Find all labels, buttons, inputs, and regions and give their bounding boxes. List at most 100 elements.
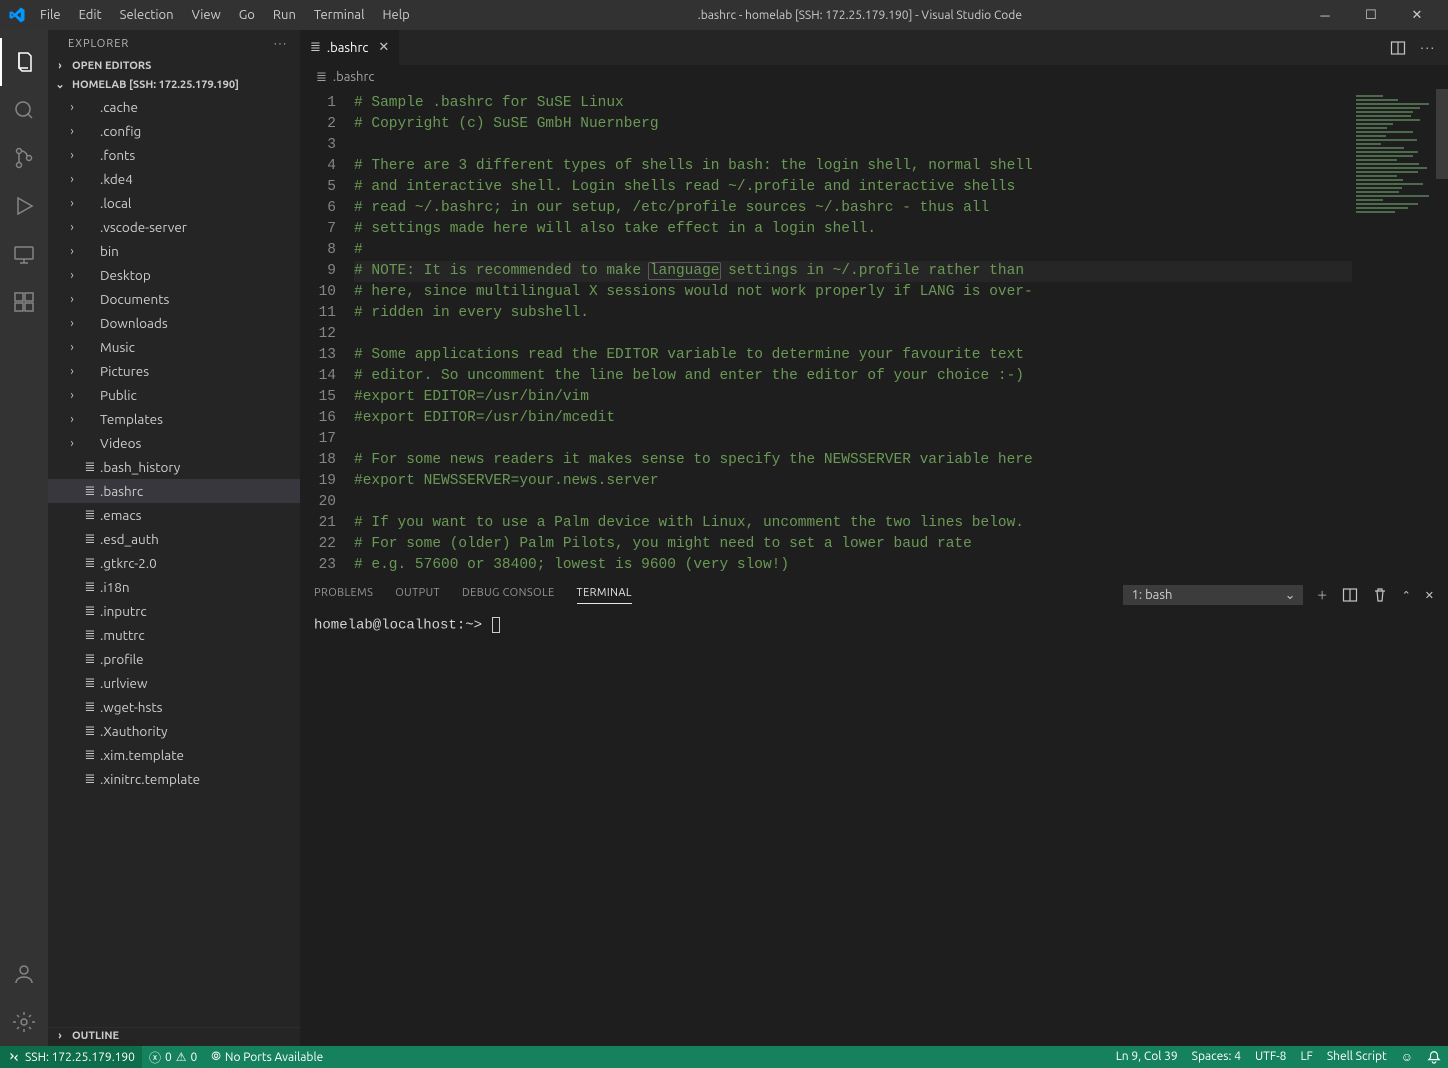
folder-templates[interactable]: ›Templates	[48, 407, 300, 431]
file--profile[interactable]: ≣.profile	[48, 647, 300, 671]
status-remote[interactable]: SSH: 172.25.179.190	[0, 1046, 142, 1068]
status-ln-col[interactable]: Ln 9, Col 39	[1109, 1050, 1185, 1063]
tab-bashrc[interactable]: ≣ .bashrc ✕	[300, 30, 400, 65]
status-encoding[interactable]: UTF-8	[1248, 1050, 1293, 1063]
maximize-panel-icon[interactable]: ⌃	[1402, 589, 1411, 602]
folder--fonts[interactable]: ›.fonts	[48, 143, 300, 167]
close-icon[interactable]: ✕	[378, 40, 389, 55]
bottom-panel: PROBLEMS OUTPUT DEBUG CONSOLE TERMINAL 1: b…	[300, 578, 1448, 1046]
chevron-right-icon: ›	[64, 269, 80, 282]
menu-item-edit[interactable]: Edit	[71, 4, 110, 26]
section-outline[interactable]: OUTLINE	[48, 1027, 300, 1046]
chevron-right-icon: ›	[64, 221, 80, 234]
folder-bin[interactable]: ›bin	[48, 239, 300, 263]
status-language[interactable]: Shell Script	[1320, 1050, 1394, 1063]
terminal-body[interactable]: homelab@localhost:~>	[300, 611, 1448, 1046]
panel-tab-problems[interactable]: PROBLEMS	[314, 587, 373, 603]
file--xauthority[interactable]: ≣.Xauthority	[48, 719, 300, 743]
file--xinitrc-template[interactable]: ≣.xinitrc.template	[48, 767, 300, 791]
minimap-scroll-thumb[interactable]	[1436, 89, 1448, 179]
file-icon: ≣	[80, 532, 100, 547]
folder--vscode-server[interactable]: ›.vscode-server	[48, 215, 300, 239]
split-terminal-icon[interactable]	[1342, 587, 1358, 603]
activity-scm-icon[interactable]	[0, 134, 48, 182]
file--muttrc[interactable]: ≣.muttrc	[48, 623, 300, 647]
folder-public[interactable]: ›Public	[48, 383, 300, 407]
file--bash-history[interactable]: ≣.bash_history	[48, 455, 300, 479]
tree-item-label: .cache	[100, 99, 138, 115]
window-close-button[interactable]: ✕	[1394, 0, 1440, 30]
activity-remote-icon[interactable]	[0, 230, 48, 278]
menu-item-selection[interactable]: Selection	[112, 4, 182, 26]
vscode-logo-icon	[8, 6, 26, 24]
menu-item-view[interactable]: View	[184, 4, 229, 26]
editor-more-icon[interactable]: ···	[1420, 41, 1436, 55]
folder--local[interactable]: ›.local	[48, 191, 300, 215]
file--xim-template[interactable]: ≣.xim.template	[48, 743, 300, 767]
minimap[interactable]	[1352, 89, 1448, 578]
sidebar-more-icon[interactable]: ···	[274, 38, 288, 50]
tree-item-label: .emacs	[100, 507, 141, 523]
main-menu: FileEditSelectionViewGoRunTerminalHelp	[32, 4, 418, 26]
folder--cache[interactable]: ›.cache	[48, 95, 300, 119]
section-open-editors[interactable]: OPEN EDITORS	[48, 58, 300, 76]
menu-item-go[interactable]: Go	[231, 4, 263, 26]
file--inputrc[interactable]: ≣.inputrc	[48, 599, 300, 623]
folder-downloads[interactable]: ›Downloads	[48, 311, 300, 335]
panel-tab-debug-console[interactable]: DEBUG CONSOLE	[462, 587, 555, 603]
new-terminal-icon[interactable]: ＋	[1317, 587, 1328, 603]
status-problems[interactable]: ⓧ0 ⚠0	[142, 1046, 204, 1068]
terminal-cursor	[492, 617, 500, 633]
status-ports[interactable]: ⦾ No Ports Available	[204, 1046, 330, 1068]
status-spaces[interactable]: Spaces: 4	[1185, 1050, 1248, 1063]
error-count: 0	[165, 1051, 172, 1064]
window-minimize-button[interactable]: ─	[1302, 0, 1348, 30]
terminal-selector[interactable]: 1: bash	[1123, 585, 1303, 605]
folder-videos[interactable]: ›Videos	[48, 431, 300, 455]
folder-documents[interactable]: ›Documents	[48, 287, 300, 311]
folder--kde4[interactable]: ›.kde4	[48, 167, 300, 191]
folder-pictures[interactable]: ›Pictures	[48, 359, 300, 383]
activity-debug-icon[interactable]	[0, 182, 48, 230]
file--bashrc[interactable]: ≣.bashrc	[48, 479, 300, 503]
file--esd-auth[interactable]: ≣.esd_auth	[48, 527, 300, 551]
file--i18n[interactable]: ≣.i18n	[48, 575, 300, 599]
file--wget-hsts[interactable]: ≣.wget-hsts	[48, 695, 300, 719]
activity-extensions-icon[interactable]	[0, 278, 48, 326]
window-maximize-button[interactable]: ☐	[1348, 0, 1394, 30]
activity-account-icon[interactable]	[0, 950, 48, 998]
folder--config[interactable]: ›.config	[48, 119, 300, 143]
tree-item-label: Videos	[100, 435, 141, 451]
tree-item-label: .local	[100, 195, 131, 211]
trash-icon[interactable]	[1372, 587, 1388, 603]
menu-item-terminal[interactable]: Terminal	[306, 4, 373, 26]
menu-item-help[interactable]: Help	[374, 4, 417, 26]
section-workspace[interactable]: HOMELAB [SSH: 172.25.179.190]	[48, 76, 300, 95]
activity-search-icon[interactable]	[0, 86, 48, 134]
chevron-right-icon: ›	[64, 173, 80, 186]
code-editor[interactable]: # Sample .bashrc for SuSE Linux# Copyrig…	[354, 89, 1352, 578]
panel-tab-output[interactable]: OUTPUT	[395, 587, 440, 603]
line-number-gutter: 1234567891011121314151617181920212223	[300, 89, 354, 578]
split-editor-icon[interactable]	[1390, 40, 1406, 56]
close-panel-icon[interactable]: ✕	[1425, 589, 1434, 602]
status-bell-icon[interactable]	[1420, 1050, 1448, 1064]
activity-settings-icon[interactable]	[0, 998, 48, 1046]
file--urlview[interactable]: ≣.urlview	[48, 671, 300, 695]
tree-item-label: .esd_auth	[100, 531, 159, 547]
file--emacs[interactable]: ≣.emacs	[48, 503, 300, 527]
activity-explorer-icon[interactable]	[0, 38, 48, 86]
menu-item-run[interactable]: Run	[265, 4, 304, 26]
status-feedback-icon[interactable]: ☺	[1394, 1050, 1420, 1064]
folder-music[interactable]: ›Music	[48, 335, 300, 359]
breadcrumbs[interactable]: ≣ .bashrc	[300, 65, 1448, 89]
file--gtkrc-2-0[interactable]: ≣.gtkrc-2.0	[48, 551, 300, 575]
folder-desktop[interactable]: ›Desktop	[48, 263, 300, 287]
tree-item-label: .bash_history	[100, 459, 180, 475]
panel-tab-terminal[interactable]: TERMINAL	[577, 587, 632, 604]
activity-bar	[0, 30, 48, 1046]
chevron-right-icon: ›	[64, 389, 80, 402]
status-remote-label: SSH: 172.25.179.190	[25, 1051, 135, 1064]
menu-item-file[interactable]: File	[32, 4, 69, 26]
status-eol[interactable]: LF	[1293, 1050, 1319, 1063]
